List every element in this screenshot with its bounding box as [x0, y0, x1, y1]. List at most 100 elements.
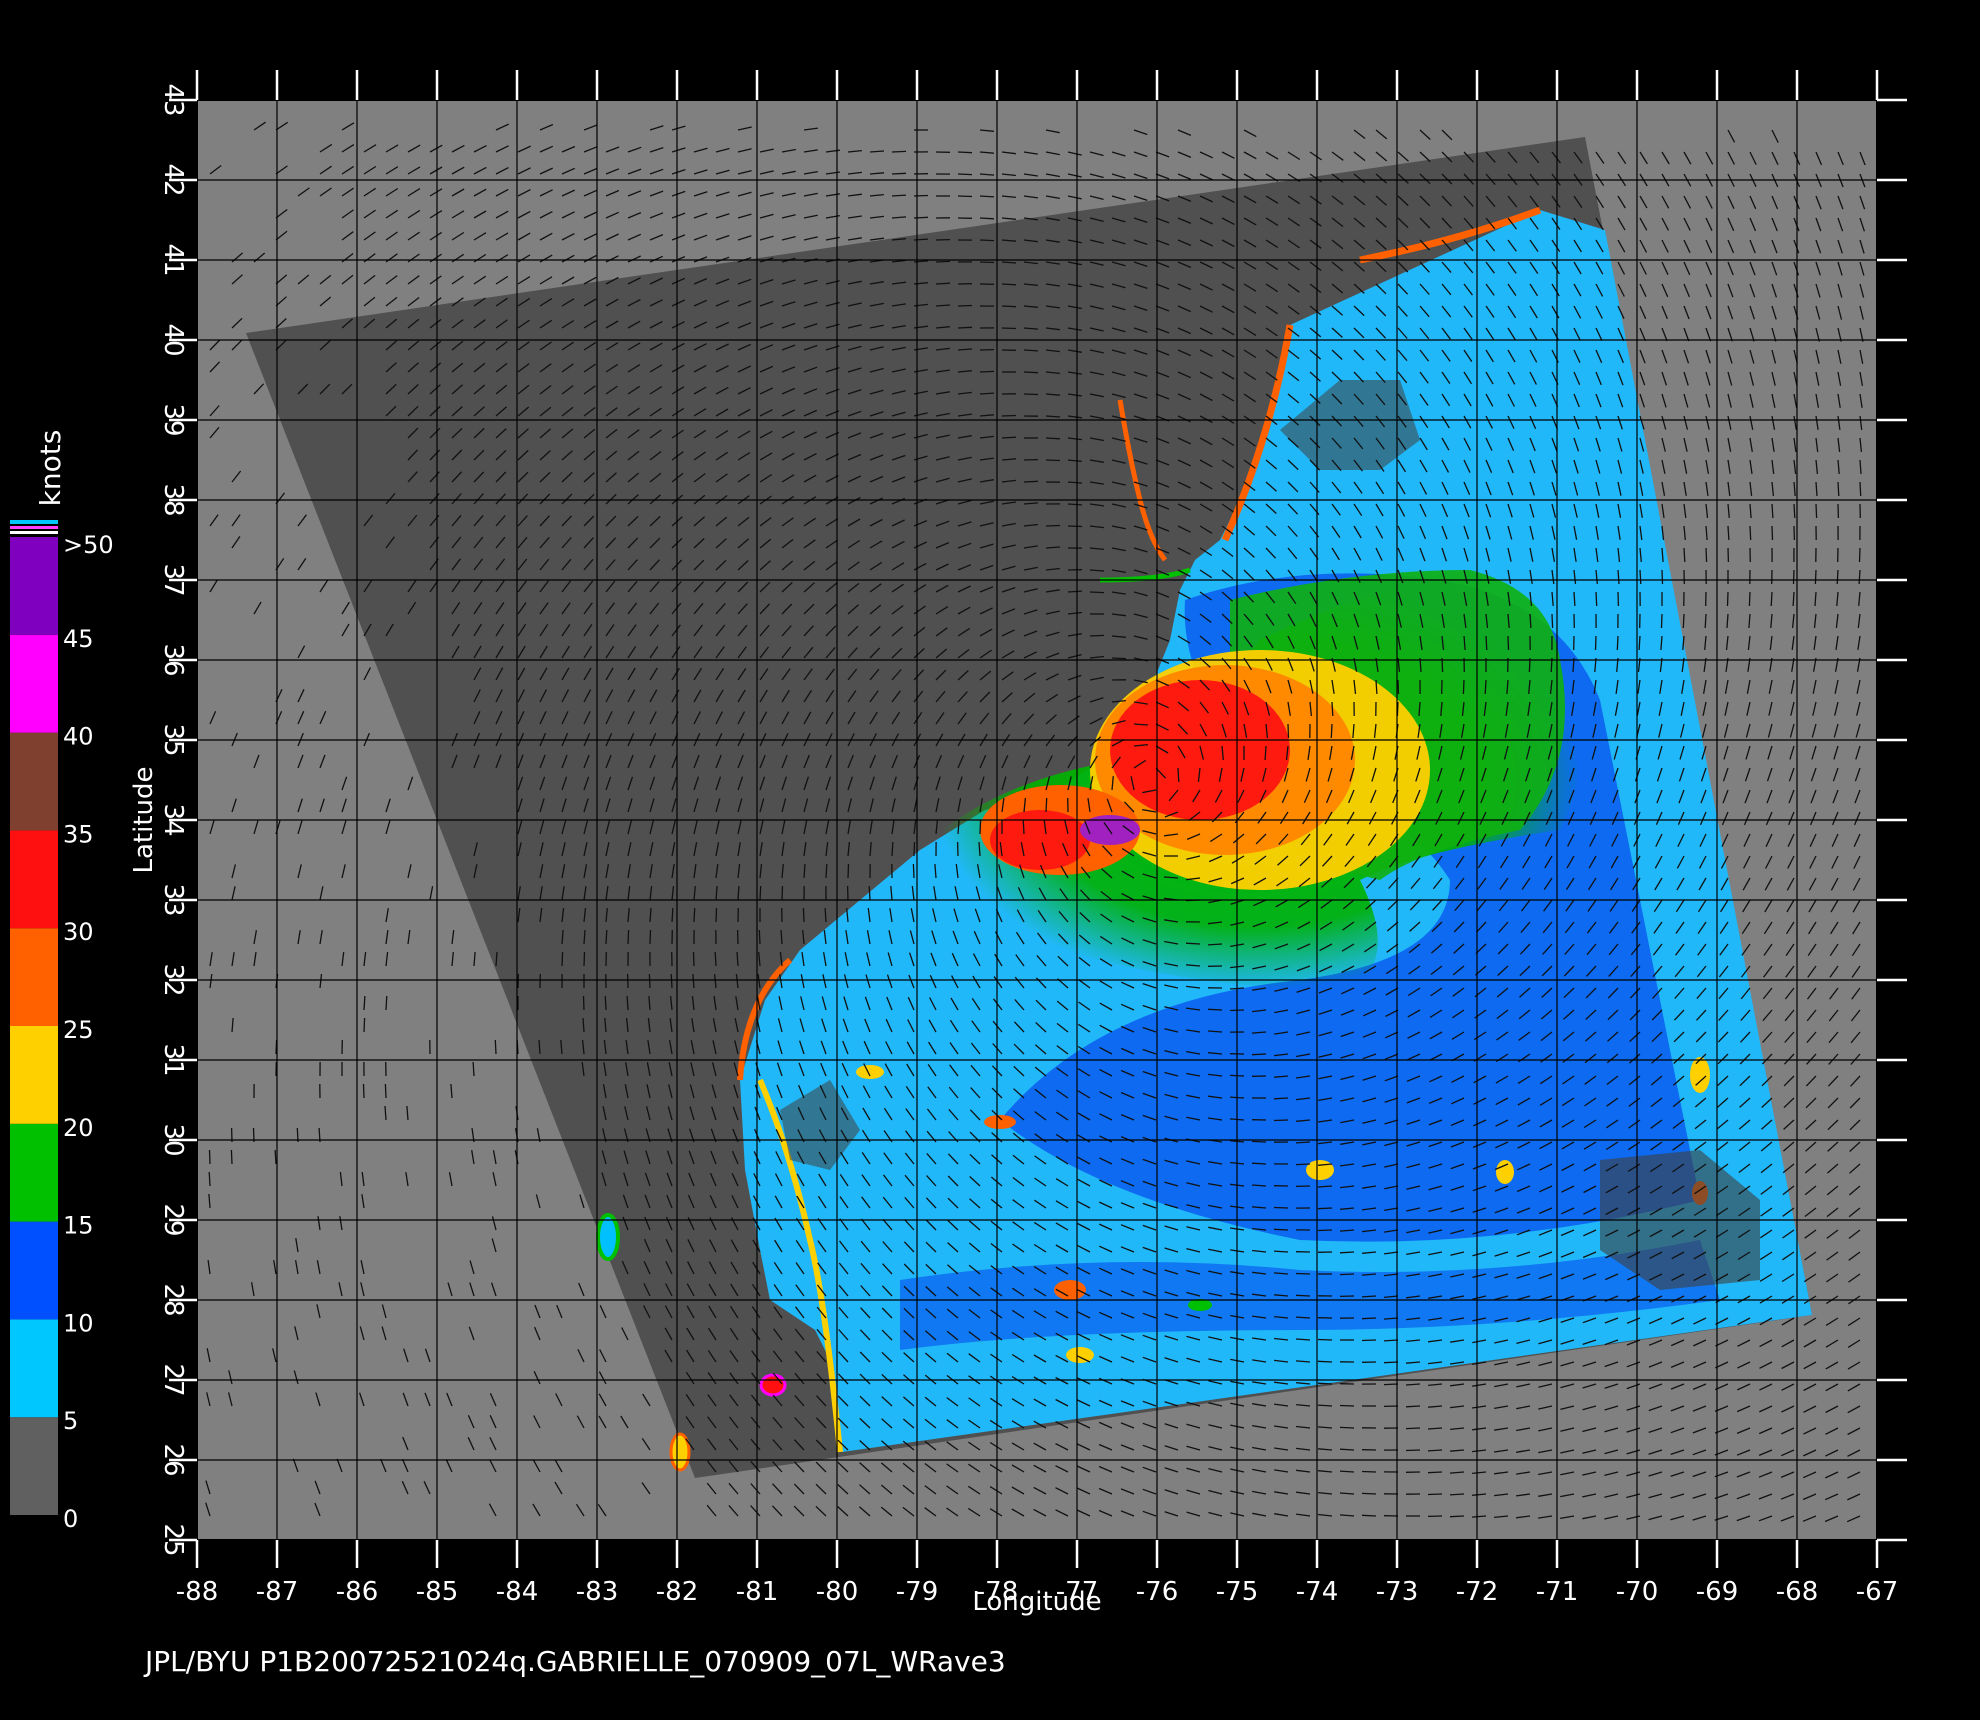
wind-barb: [1287, 723, 1290, 739]
colorbar-unit-label: knots: [34, 430, 67, 507]
wind-barb: [979, 392, 995, 395]
latitude-tick-label: 26: [158, 1443, 188, 1476]
wind-barb: [582, 995, 585, 1011]
colorbar-segment: [10, 634, 58, 733]
wind-barb: [868, 885, 871, 901]
wind-barb: [1273, 1228, 1289, 1231]
colorbar-segment: [10, 830, 58, 929]
wind-barb: [979, 261, 995, 264]
latitude-tick-label: 35: [158, 723, 188, 756]
wind-barb: [957, 304, 973, 307]
wind-barb: [1067, 590, 1083, 593]
colorbar-segment: [10, 732, 58, 831]
wind-barb: [1771, 525, 1774, 541]
wind-barb: [1295, 1141, 1311, 1144]
wind-barb: [825, 863, 828, 879]
wind-barb: [1383, 1383, 1399, 1386]
wind-barb: [671, 907, 674, 923]
colorbar: [10, 520, 58, 1515]
wind-barb: [692, 951, 695, 967]
colorbar-segment: [10, 1417, 58, 1515]
wind-barb: [363, 1017, 366, 1033]
wind-barb: [758, 929, 761, 945]
wind-barb: [1383, 1361, 1399, 1364]
latitude-tick-label: 31: [158, 1043, 188, 1076]
wind-barb: [1815, 503, 1818, 519]
longitude-tick-label: -83: [576, 1577, 618, 1607]
wind-barb: [1361, 1295, 1377, 1298]
wind-barb: [891, 150, 907, 153]
wind-barb: [384, 1083, 387, 1099]
wind-barb: [1704, 613, 1707, 629]
wind-barb: [1361, 1317, 1377, 1320]
wind-barb: [472, 1061, 475, 1077]
wind-barb: [494, 1039, 497, 1055]
wind-barb: [912, 863, 915, 879]
wind-barb: [1273, 1250, 1289, 1253]
wind-barb: [1177, 767, 1180, 783]
wind-barb: [1485, 635, 1488, 651]
wind-barb: [1397, 679, 1400, 695]
wind-barb: [1339, 1470, 1355, 1473]
wind-barb: [1045, 437, 1061, 440]
wind-barb: [648, 973, 651, 989]
wind-barb: [1837, 481, 1840, 497]
wind-barb: [1375, 679, 1378, 695]
latitude-tick-label: 29: [158, 1203, 188, 1236]
colorbar-tick-label: 30: [63, 918, 94, 946]
wind-barb: [1361, 1470, 1377, 1473]
wind-barb: [1449, 1515, 1465, 1518]
colorbar-tick-label: 10: [63, 1309, 94, 1337]
wind-barb: [1427, 1493, 1443, 1496]
wind-barb: [1749, 525, 1752, 541]
longitude-tick-label: -88: [176, 1577, 218, 1607]
wind-barb: [1331, 701, 1334, 717]
wind-barb: [1339, 1426, 1355, 1429]
wind-barb: [979, 819, 982, 835]
wind-barb: [1339, 1251, 1355, 1254]
colorbar-tick-label: 0: [63, 1505, 78, 1533]
wind-barb: [1616, 635, 1619, 651]
wind-barb: [1361, 1339, 1377, 1342]
wind-barb: [715, 907, 718, 923]
wind-barb: [1251, 1140, 1267, 1143]
wind-barb: [1317, 1229, 1333, 1232]
colorbar-segment: [10, 1319, 58, 1418]
wind-barb: [363, 995, 366, 1011]
wind-barb: [605, 929, 608, 945]
wind-barb: [714, 951, 717, 967]
longitude-tick-label: -84: [496, 1577, 538, 1607]
wind-barb: [1023, 349, 1039, 352]
wind-barb: [1317, 1382, 1333, 1385]
wind-barb: [979, 239, 995, 242]
latitude-tick-label: 30: [158, 1123, 188, 1156]
wind-barb: [1295, 1163, 1311, 1166]
colorbar-tick-label: 15: [63, 1212, 94, 1240]
wind-barb: [626, 995, 629, 1011]
wind-barb: [1462, 679, 1465, 695]
colorbar-tick-label: 5: [63, 1407, 78, 1435]
wind-barb: [913, 216, 929, 219]
latitude-tick-label: 40: [158, 323, 188, 356]
wind-barb: [693, 907, 696, 923]
longitude-tick-label: -69: [1696, 1577, 1738, 1607]
wind-barb: [1405, 1427, 1421, 1430]
wind-barb: [891, 172, 907, 175]
wind-barb: [627, 929, 630, 945]
wind-barb: [1207, 1008, 1223, 1011]
wind-barb: [847, 863, 850, 879]
latitude-tick-label: 34: [158, 803, 188, 836]
y-axis-label: Latitude: [129, 766, 159, 873]
wind-barb: [1111, 657, 1127, 660]
colorbar-cap-stripe: [10, 526, 58, 529]
longitude-tick-label: -80: [816, 1577, 858, 1607]
colorbar-tick-label: 35: [63, 820, 94, 848]
wind-barb: [1726, 591, 1729, 607]
wind-barb: [1836, 569, 1839, 585]
latitude-tick-label: 42: [158, 163, 188, 196]
wind-barb: [1067, 503, 1083, 506]
colorbar-segment: [10, 1221, 58, 1320]
wind-barb: [230, 1149, 233, 1165]
wind-barb: [1727, 525, 1730, 541]
wind-barb: [274, 1149, 277, 1165]
